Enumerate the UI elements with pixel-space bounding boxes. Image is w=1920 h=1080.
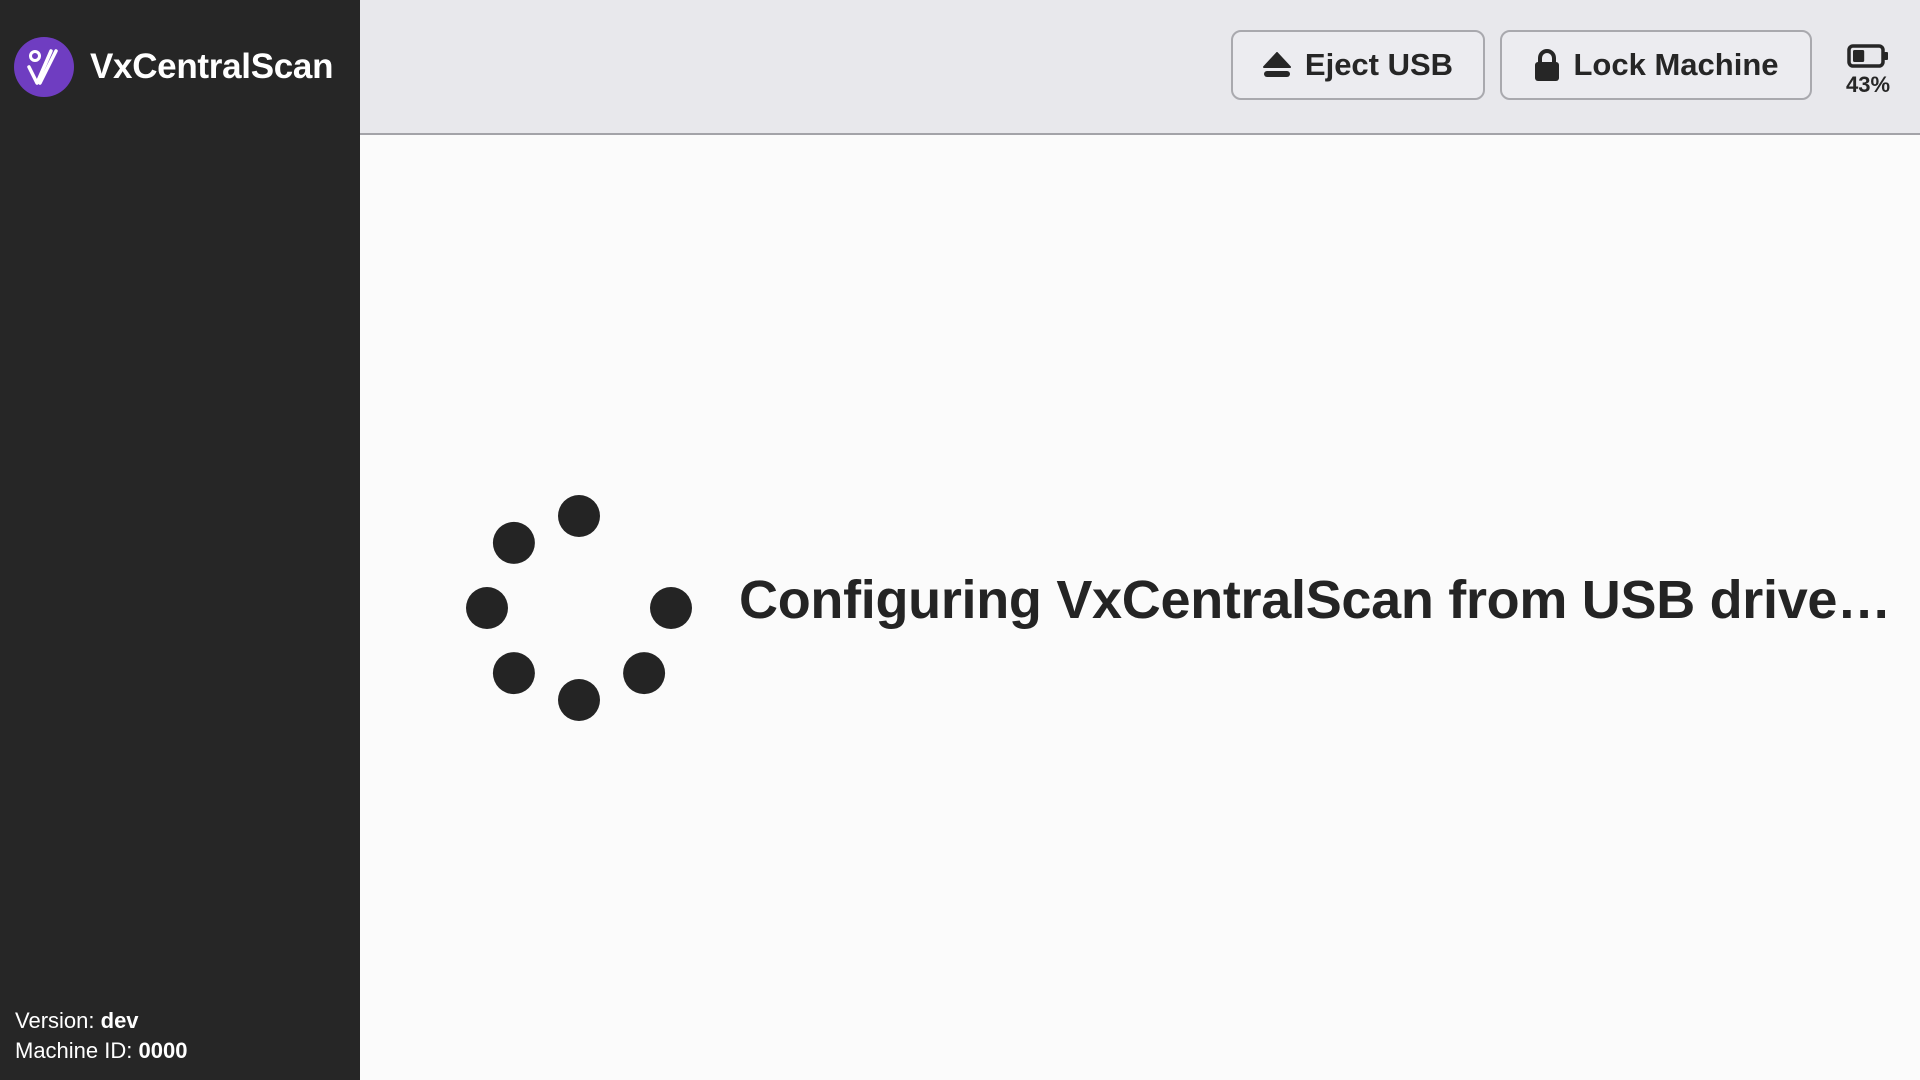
loading-message: Configuring VxCentralScan from USB drive… bbox=[739, 570, 1891, 630]
machine-id-value: 0000 bbox=[138, 1038, 188, 1063]
version-line: Version: dev bbox=[15, 1006, 187, 1036]
lock-machine-label: Lock Machine bbox=[1573, 47, 1779, 82]
spinner-dot bbox=[650, 587, 692, 629]
spinner-dot bbox=[623, 652, 666, 695]
battery-status: 43% bbox=[1830, 44, 1906, 98]
machine-id-label: Machine ID: bbox=[15, 1038, 133, 1063]
app-root: VxCentralScan Version: dev Machine ID: 0… bbox=[0, 0, 1920, 1080]
sidebar-footer: Version: dev Machine ID: 0000 bbox=[15, 1006, 187, 1066]
spinner-dot bbox=[466, 587, 508, 629]
eject-usb-button[interactable]: Eject USB bbox=[1231, 30, 1485, 100]
machine-id-line: Machine ID: 0000 bbox=[15, 1036, 187, 1066]
main-content: Configuring VxCentralScan from USB drive… bbox=[360, 135, 1920, 1080]
spinner-dot bbox=[558, 679, 600, 721]
loading-state: Configuring VxCentralScan from USB drive… bbox=[360, 135, 1920, 1080]
version-value: dev bbox=[100, 1008, 139, 1033]
spinner-dot bbox=[492, 521, 535, 564]
loading-spinner-icon bbox=[466, 495, 692, 721]
brand: VxCentralScan bbox=[14, 37, 333, 97]
eject-usb-label: Eject USB bbox=[1304, 47, 1454, 82]
battery-icon bbox=[1847, 44, 1888, 68]
version-label: Version: bbox=[15, 1008, 95, 1033]
spinner-dot bbox=[558, 495, 600, 537]
eject-icon bbox=[1262, 52, 1291, 78]
sidebar: VxCentralScan Version: dev Machine ID: 0… bbox=[0, 0, 360, 1080]
spinner-dot bbox=[492, 652, 535, 695]
lock-icon bbox=[1534, 49, 1560, 81]
lock-machine-button[interactable]: Lock Machine bbox=[1500, 30, 1812, 100]
battery-fill bbox=[1853, 50, 1865, 62]
header-bar: Eject USB Lock Machine 43% bbox=[360, 0, 1920, 135]
vx-logo-icon bbox=[14, 37, 74, 97]
app-title: VxCentralScan bbox=[90, 47, 334, 86]
battery-percent: 43% bbox=[1845, 72, 1891, 97]
